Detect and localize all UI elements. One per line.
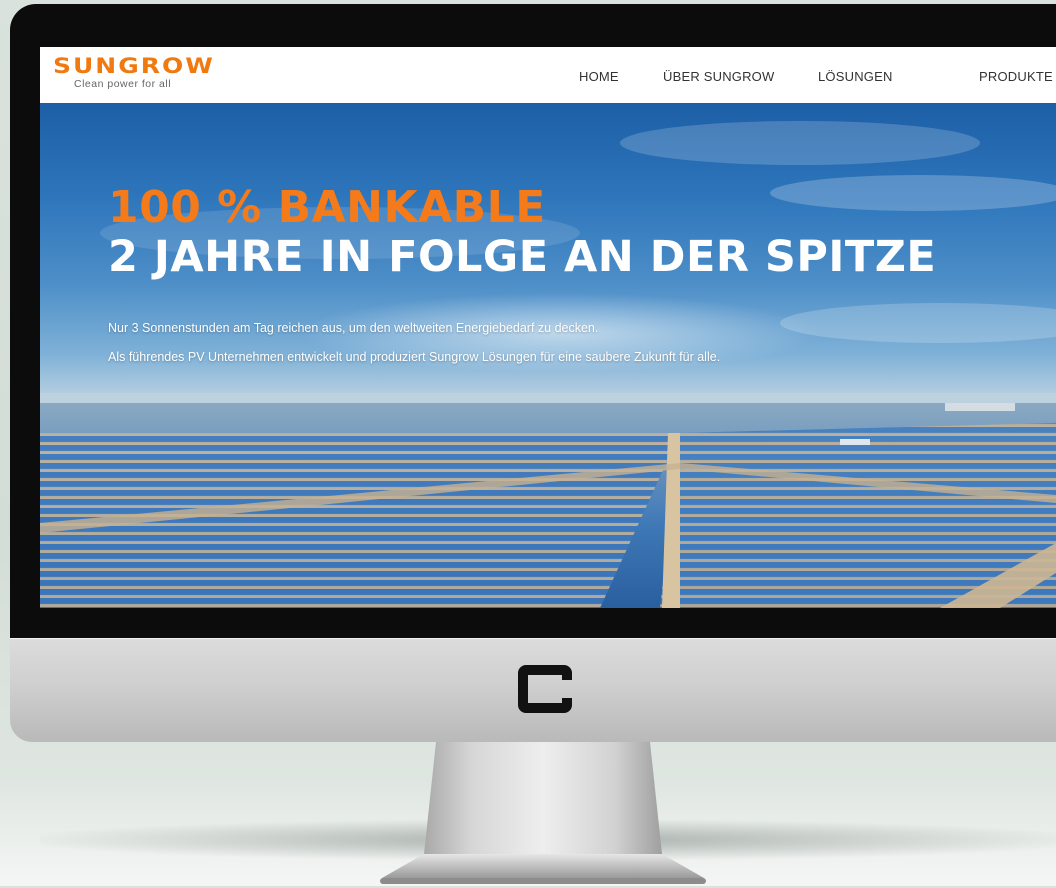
main-nav: HOME ÜBER SUNGROW LÖSUNGEN PRODUKTE bbox=[40, 69, 1056, 89]
monitor-stand bbox=[380, 742, 706, 884]
hero-headline-white: 2 JAHRE IN FOLGE AN DER SPITZE bbox=[108, 232, 937, 282]
hero-paragraph-1: Nur 3 Sonnenstunden am Tag reichen aus, … bbox=[108, 321, 599, 335]
nav-item-ueber-sungrow[interactable]: ÜBER SUNGROW bbox=[663, 69, 774, 84]
website-screen: SUNGROW Clean power for all HOME ÜBER SU… bbox=[40, 47, 1056, 608]
nav-item-produkte[interactable]: PRODUKTE bbox=[979, 69, 1053, 84]
monitor-chin bbox=[10, 638, 1056, 742]
hero-banner: 100 % BANKABLE 2 JAHRE IN FOLGE AN DER S… bbox=[40, 103, 1056, 608]
hero-headline-orange: 100 % BANKABLE bbox=[108, 182, 546, 233]
hero-paragraph-2: Als führendes PV Unternehmen entwickelt … bbox=[108, 350, 721, 364]
nav-item-home[interactable]: HOME bbox=[579, 69, 619, 84]
nav-item-loesungen[interactable]: LÖSUNGEN bbox=[818, 69, 893, 84]
site-header: SUNGROW Clean power for all HOME ÜBER SU… bbox=[40, 47, 1056, 103]
rounded-square-logo-icon bbox=[518, 665, 572, 713]
